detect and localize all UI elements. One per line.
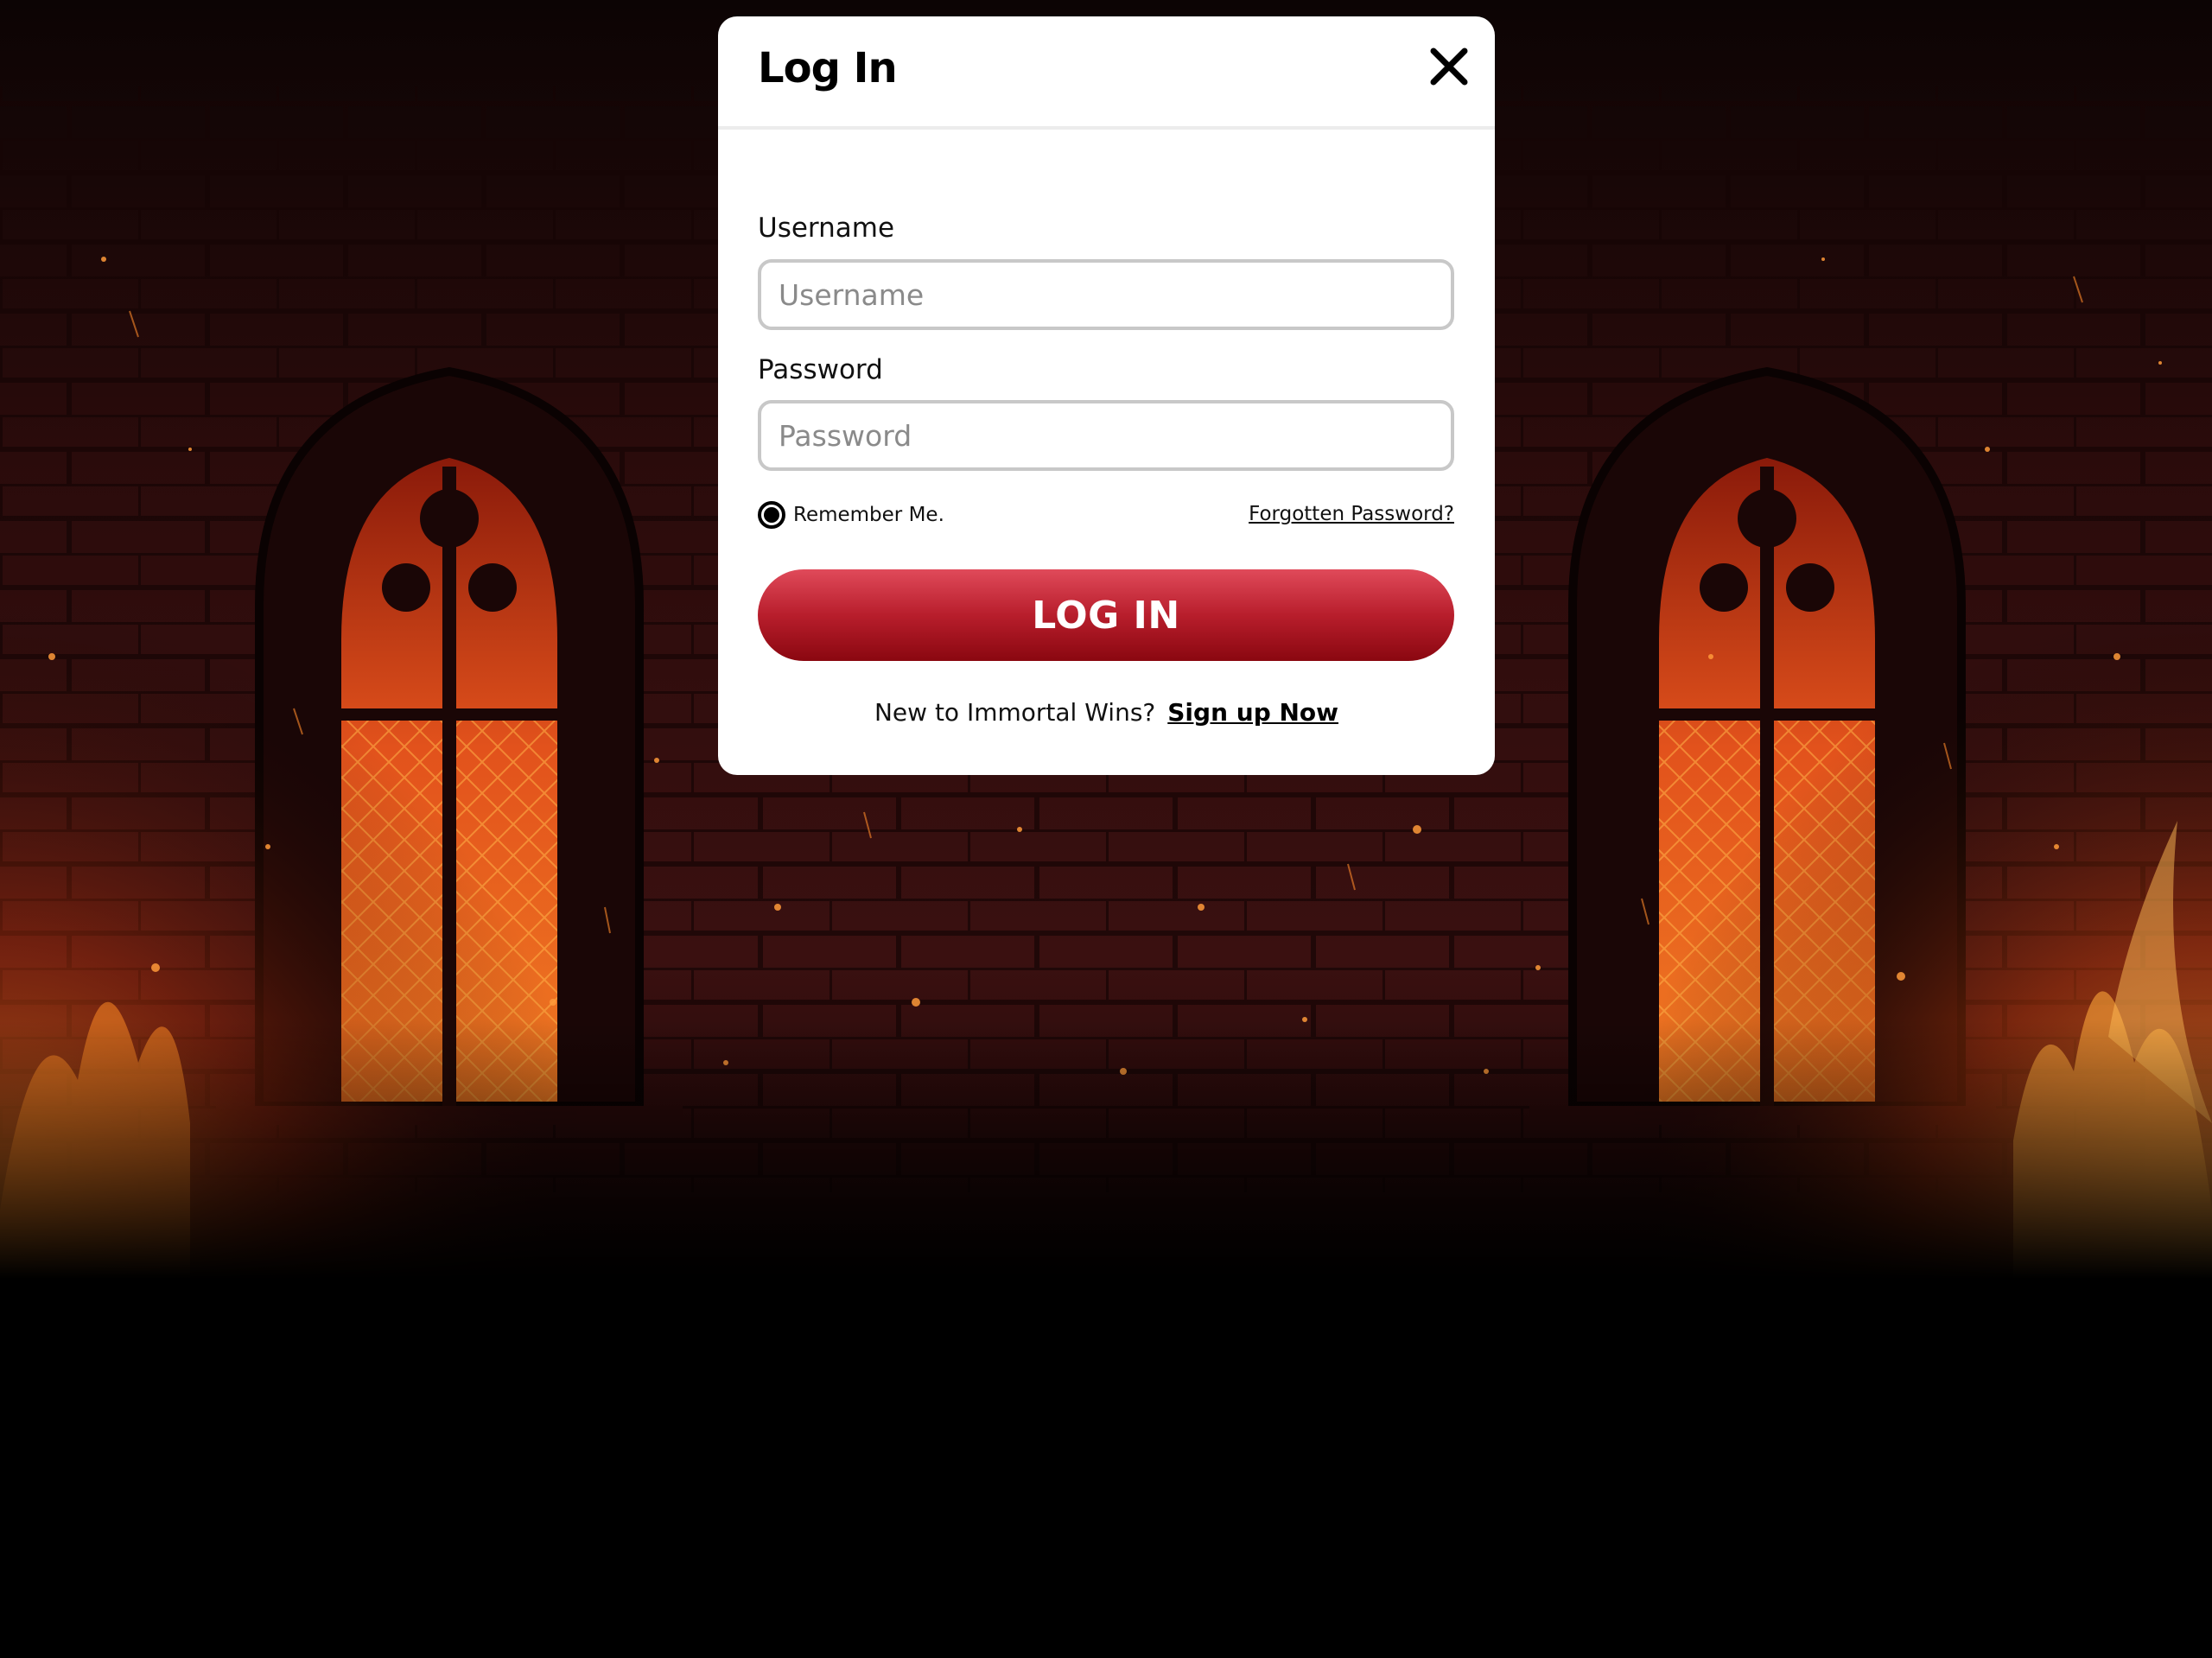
- password-label: Password: [758, 354, 883, 385]
- login-button[interactable]: LOG IN: [758, 569, 1454, 661]
- modal-title: Log In: [758, 44, 898, 92]
- signup-link[interactable]: Sign up Now: [1167, 698, 1338, 727]
- signup-prompt: New to Immortal Wins?: [874, 698, 1156, 727]
- username-input[interactable]: [758, 259, 1454, 330]
- page-root: Log In Username Password Remember Me. Fo…: [0, 0, 2212, 1658]
- login-modal: Log In Username Password Remember Me. Fo…: [718, 16, 1495, 775]
- username-label: Username: [758, 213, 895, 244]
- password-input[interactable]: [758, 400, 1454, 471]
- background-fade: [0, 1020, 2212, 1279]
- signup-row: New to Immortal Wins? Sign up Now: [718, 698, 1495, 727]
- modal-header: Log In: [718, 16, 1495, 130]
- close-icon: [1430, 48, 1468, 86]
- remember-me-toggle[interactable]: Remember Me.: [758, 498, 944, 532]
- radio-selected-icon: [758, 501, 785, 529]
- remember-me-label: Remember Me.: [793, 504, 944, 526]
- radio-dot: [764, 507, 779, 523]
- forgot-password-link[interactable]: Forgotten Password?: [1249, 503, 1454, 525]
- close-button[interactable]: [1427, 44, 1471, 89]
